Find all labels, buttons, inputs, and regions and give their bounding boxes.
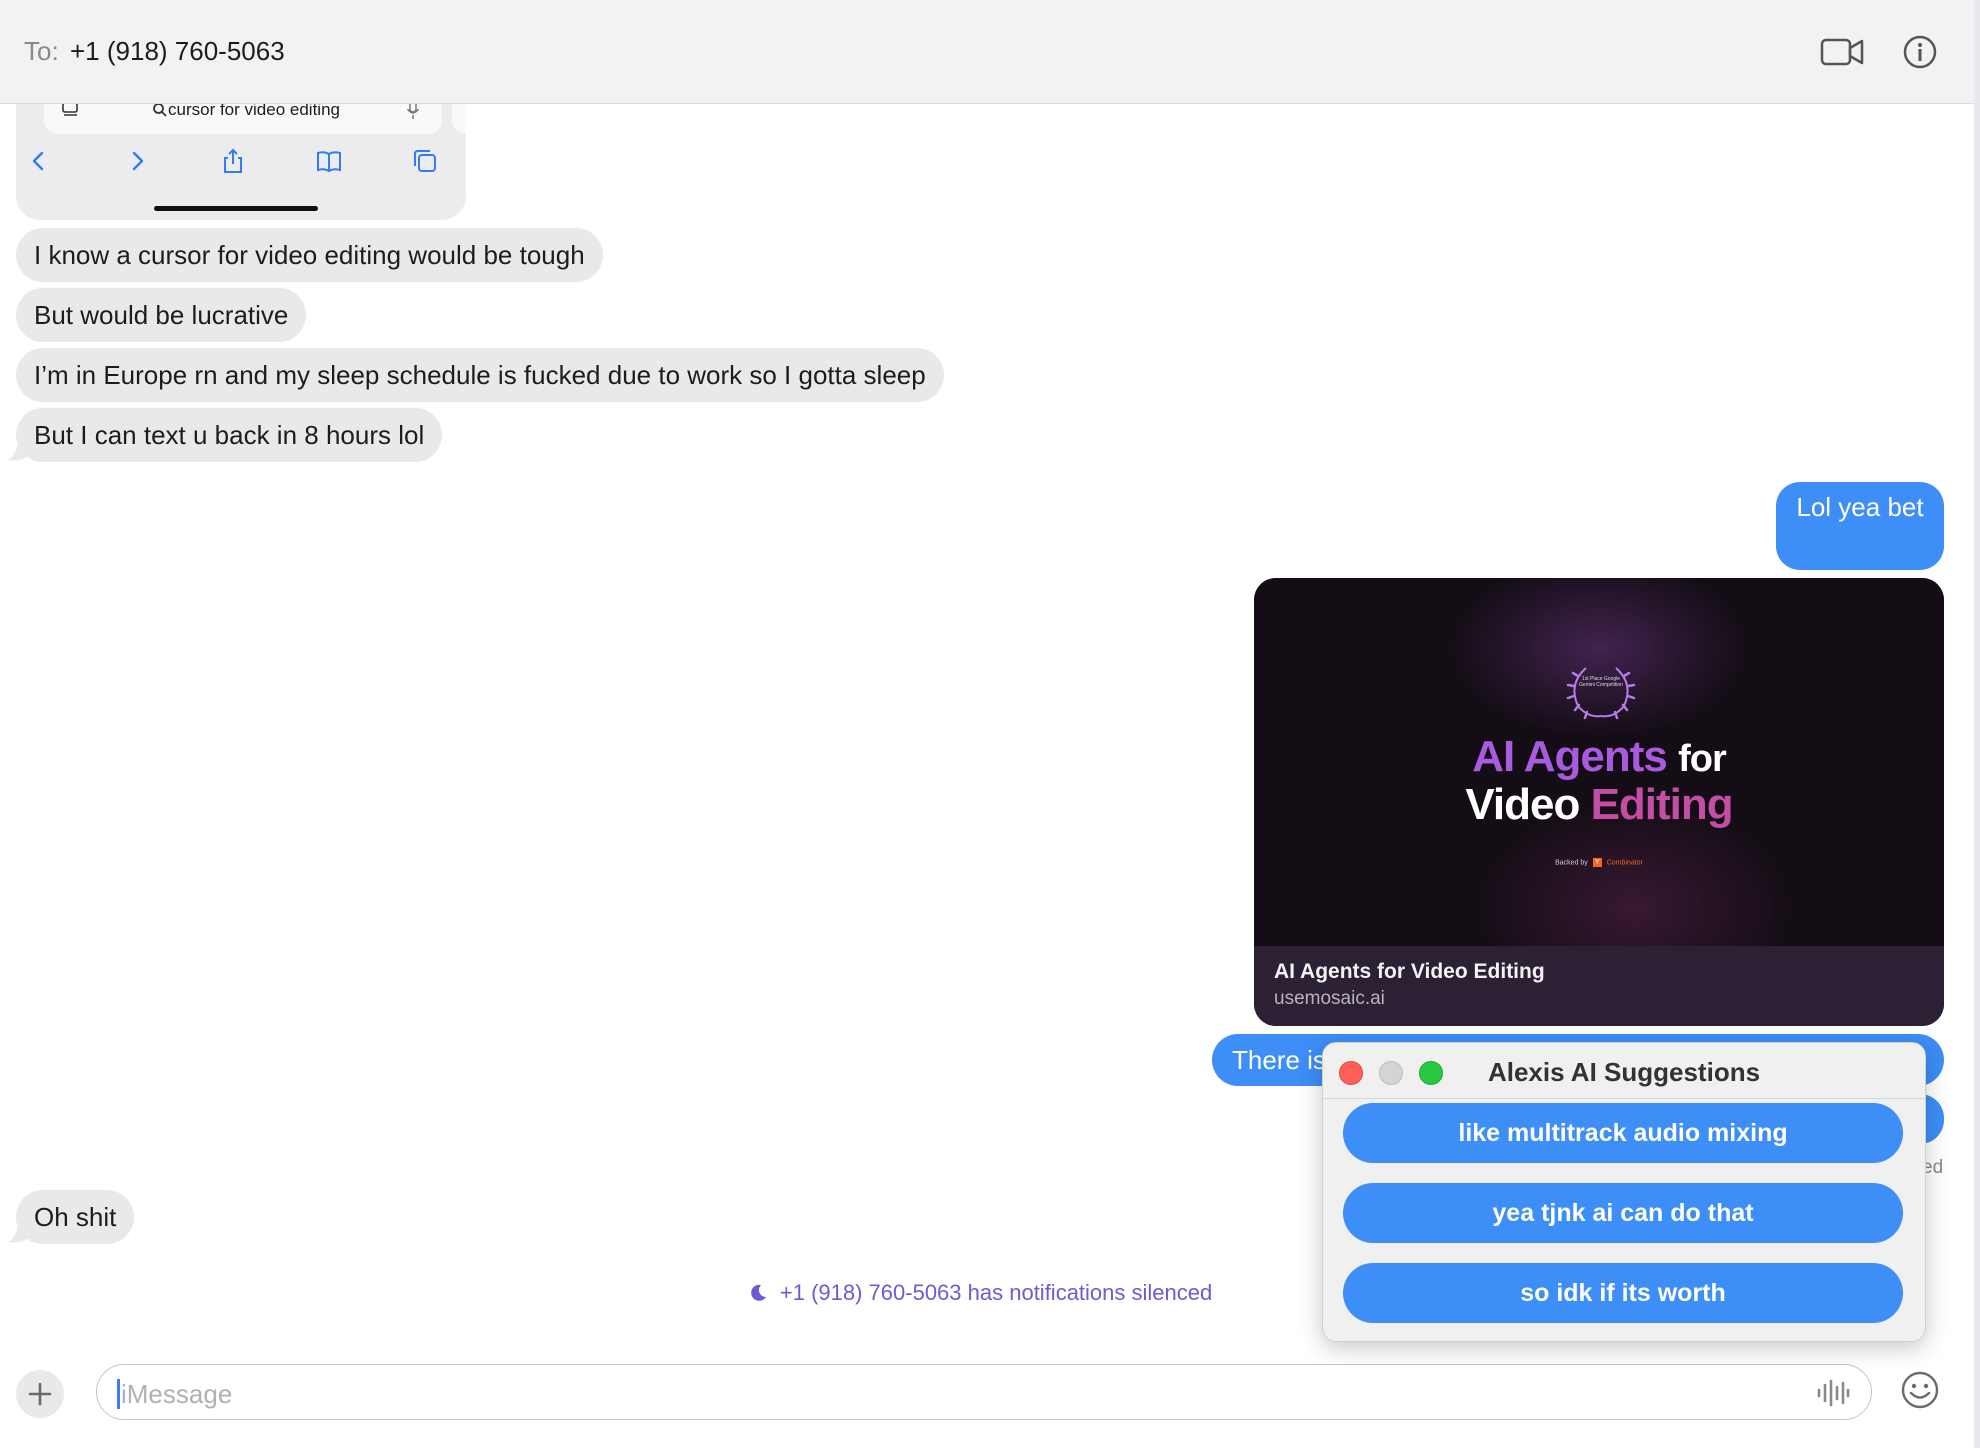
home-indicator <box>154 206 318 211</box>
audio-wave-icon[interactable] <box>1815 1377 1851 1409</box>
link-preview-image: 1st Place Google Gemini Competition AI A… <box>1254 578 1944 946</box>
link-preview-footer: AI Agents for Video Editing usemosaic.ai <box>1254 946 1944 1026</box>
link-preview-card[interactable]: 1st Place Google Gemini Competition AI A… <box>1254 578 1944 1026</box>
conversation-header: To: +1 (918) 760-5063 <box>0 0 1974 104</box>
moon-icon <box>750 1284 766 1301</box>
yc-logo: Y <box>1592 858 1602 867</box>
share-icon <box>224 148 242 173</box>
bubble-tail <box>8 438 28 461</box>
emoji-icon[interactable] <box>1900 1370 1940 1410</box>
bookmarks-icon <box>317 151 341 173</box>
suggestions-titlebar[interactable]: Alexis AI Suggestions <box>1323 1043 1925 1099</box>
plus-icon <box>28 1382 52 1406</box>
suggestion-button[interactable]: yea tjnk ai can do that <box>1343 1183 1903 1243</box>
silenced-text: +1 (918) 760-5063 has notifications sile… <box>779 1280 1213 1305</box>
incoming-message[interactable]: Oh shit <box>16 1190 135 1244</box>
backed-by-line: Backed by Y Combinator <box>1254 858 1944 867</box>
hero-headline-line1: AI Agents for <box>1254 732 1944 782</box>
search-icon <box>153 103 167 117</box>
text-caret <box>117 1379 120 1409</box>
hero-word-editing: Editing <box>1590 780 1734 829</box>
tabs-overview-icon <box>414 150 436 172</box>
incoming-message[interactable]: I’m in Europe rn and my sleep schedule i… <box>16 348 944 402</box>
award-text: 1st Place Google Gemini Competition <box>1579 676 1623 688</box>
apps-plus-button[interactable] <box>16 1370 64 1418</box>
outgoing-message[interactable]: Lol yea bet <box>1776 482 1944 570</box>
laurel-wreath-icon <box>1566 667 1636 720</box>
hero-word-for: for <box>1678 738 1727 780</box>
incoming-message[interactable]: But I can text u back in 8 hours lol <box>16 408 443 462</box>
incoming-message[interactable]: But would be lucrative <box>16 288 307 342</box>
bubble-tail <box>8 1220 28 1243</box>
tabs-icon <box>62 102 78 116</box>
back-icon <box>32 151 44 171</box>
backed-by-text: Backed by <box>1555 859 1588 867</box>
link-title: AI Agents for Video Editing <box>1274 960 1545 983</box>
ai-suggestions-window: Alexis AI Suggestions like multitrack au… <box>1322 1042 1926 1342</box>
suggestion-button[interactable]: like multitrack audio mixing <box>1343 1103 1903 1163</box>
suggestion-button[interactable]: so idk if its worth <box>1343 1263 1903 1323</box>
suggestions-title: Alexis AI Suggestions <box>1487 1057 1761 1087</box>
hero-word-video: Video <box>1465 780 1580 829</box>
messages-window: To: +1 (918) 760-5063 cursor for video e… <box>0 0 1980 1448</box>
to-label: To: <box>24 36 59 66</box>
yc-name: Combinator <box>1606 859 1643 867</box>
recipient-name[interactable]: +1 (918) 760-5063 <box>70 36 285 67</box>
video-camera-icon[interactable] <box>1820 34 1864 70</box>
link-domain: usemosaic.ai <box>1274 988 1385 1009</box>
hero-word-ai-agents: AI Agents <box>1472 732 1668 781</box>
message-input-placeholder: iMessage <box>121 1379 233 1409</box>
incoming-message[interactable]: I know a cursor for video editing would … <box>16 228 603 282</box>
forward-icon <box>132 151 144 171</box>
info-icon[interactable] <box>1902 34 1938 70</box>
outgoing-message-text: There is <box>1232 1045 1326 1075</box>
window-edge <box>1974 0 1980 1448</box>
message-input-field[interactable]: iMessage <box>96 1364 1872 1420</box>
hero-headline-line2: Video Editing <box>1254 780 1944 830</box>
